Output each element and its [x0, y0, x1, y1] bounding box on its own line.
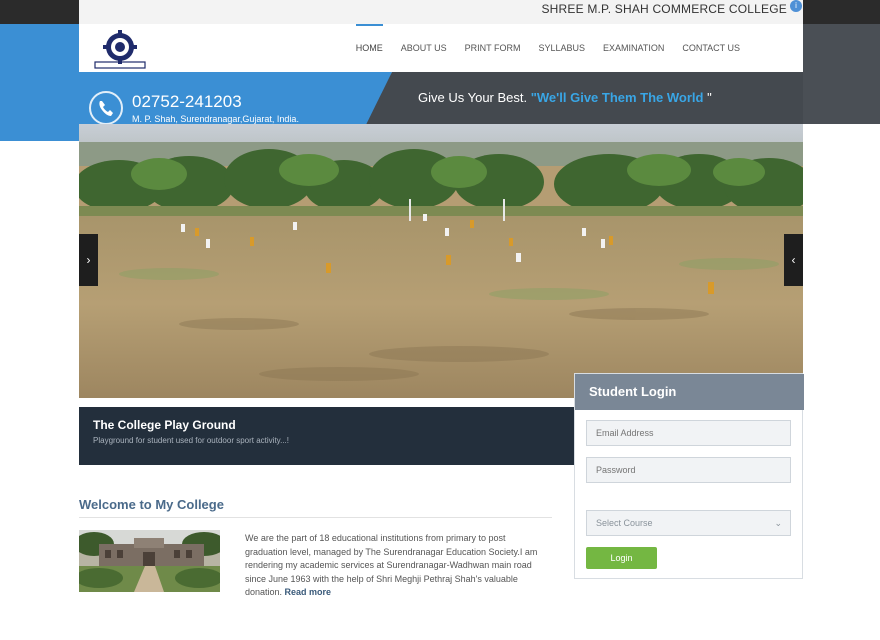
welcome-paragraph: We are the part of 18 educational instit…: [245, 532, 550, 600]
login-button[interactable]: Login: [586, 547, 657, 569]
right-side-panel: [803, 24, 880, 124]
chevron-down-icon: ⌄: [774, 518, 782, 528]
student-login-panel: Student Login Select Course ⌄ Login: [574, 373, 804, 579]
college-logo[interactable]: [91, 28, 149, 70]
login-header: Student Login: [575, 374, 804, 410]
welcome-title: Welcome to My College: [79, 497, 224, 512]
right-top-edge: [803, 0, 880, 24]
info-icon[interactable]: i: [790, 0, 802, 12]
navbar: HOME ABOUT US PRINT FORM SYLLABUS EXAMIN…: [79, 24, 803, 73]
nav-about-us[interactable]: ABOUT US: [392, 24, 456, 72]
hero-slide-image: [79, 124, 803, 398]
left-top-edge: [0, 0, 79, 24]
college-building-image: [79, 530, 220, 592]
caption-title: The College Play Ground: [93, 418, 236, 432]
nav-syllabus[interactable]: SYLLABUS: [529, 24, 594, 72]
slider-prev-button[interactable]: ›: [79, 234, 98, 286]
email-field[interactable]: [586, 420, 791, 446]
phone-number: 02752-241203: [132, 92, 242, 111]
caption-text: Playground for student used for outdoor …: [93, 436, 289, 445]
main-nav: HOME ABOUT US PRINT FORM SYLLABUS EXAMIN…: [347, 24, 749, 72]
college-name: SHREE M.P. SHAH COMMERCE COLLEGE: [541, 2, 787, 16]
nav-home[interactable]: HOME: [347, 24, 392, 72]
slide-caption: The College Play Ground Playground for s…: [79, 407, 574, 465]
welcome-divider: [79, 517, 552, 518]
course-select[interactable]: Select Course ⌄: [586, 510, 791, 536]
read-more-link[interactable]: Read more: [285, 587, 332, 597]
tagline-accent: "We'll Give Them The World: [530, 90, 704, 105]
nav-print-form[interactable]: PRINT FORM: [456, 24, 530, 72]
tagline: Give Us Your Best. "We'll Give Them The …: [418, 90, 712, 105]
tagline-suffix: ": [703, 90, 712, 105]
top-strip: SHREE M.P. SHAH COMMERCE COLLEGE i: [79, 0, 803, 25]
course-select-value: Select Course: [596, 518, 653, 528]
nav-examination[interactable]: EXAMINATION: [594, 24, 673, 72]
slider-next-button[interactable]: ‹: [784, 234, 803, 286]
phone-icon: [89, 91, 123, 125]
address-text: M. P. Shah, Surendranagar,Gujarat, India…: [132, 114, 299, 124]
tagline-prefix: Give Us Your Best.: [418, 90, 531, 105]
password-field[interactable]: [586, 457, 791, 483]
login-title: Student Login: [589, 384, 677, 399]
nav-contact-us[interactable]: CONTACT US: [673, 24, 749, 72]
